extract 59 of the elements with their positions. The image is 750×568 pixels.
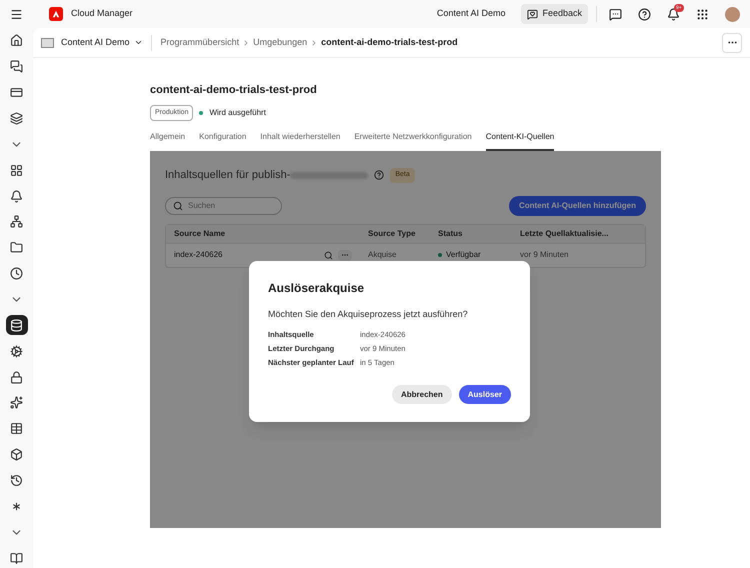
- tab[interactable]: Konfiguration: [199, 129, 246, 151]
- dialog-title: Auslöserakquise: [268, 280, 366, 297]
- history-icon: [10, 474, 23, 488]
- box-icon: [10, 448, 23, 462]
- program-thumbnail: [41, 38, 54, 48]
- confirm-button[interactable]: Auslöser: [458, 385, 511, 404]
- column-header: Status: [438, 228, 464, 240]
- sidebar-item[interactable]: [6, 315, 28, 336]
- feedback-button[interactable]: Feedback: [521, 4, 588, 24]
- app-name: Cloud Manager: [71, 7, 133, 20]
- tab[interactable]: Inhalt wiederherstellen: [260, 129, 340, 151]
- apps-icon[interactable]: [696, 8, 709, 20]
- program-selector[interactable]: Content AI Demo: [61, 34, 152, 50]
- avatar[interactable]: [725, 6, 740, 22]
- gear-icon: [10, 344, 23, 358]
- status-text: Wird ausgeführt: [209, 106, 266, 119]
- search-icon: [173, 200, 183, 210]
- lock-icon: [10, 370, 23, 384]
- panel-heading: Inhaltsquellen für publish-: [165, 168, 290, 183]
- environment-title: content-ai-demo-trials-test-prod: [150, 83, 318, 98]
- breadcrumb-item[interactable]: Umgebungen: [253, 36, 308, 50]
- row-menu-button[interactable]: [338, 250, 352, 260]
- network-icon: [10, 215, 23, 228]
- layers-icon: [10, 112, 23, 125]
- table-icon: [10, 422, 23, 436]
- book-icon: [10, 552, 23, 565]
- cancel-button[interactable]: Abbrechen: [392, 385, 452, 404]
- card-icon: [10, 86, 23, 100]
- database-icon: [10, 318, 23, 332]
- breadcrumb-item[interactable]: Programmübersicht: [160, 36, 240, 50]
- bell-icon: [10, 190, 23, 203]
- search-icon[interactable]: [324, 250, 333, 260]
- chat-icon[interactable]: [609, 8, 622, 20]
- column-header: Source Type: [368, 228, 416, 240]
- home-icon: [10, 34, 23, 48]
- column-header: Letzte Quellaktualisie...: [520, 228, 610, 240]
- table-cell-text: Akquise: [368, 249, 398, 261]
- bell-icon[interactable]: [667, 8, 680, 20]
- table-cell-text: index-240626: [174, 249, 224, 261]
- org-name: Content AI Demo: [436, 7, 506, 20]
- table-cell: Verfügbar: [446, 249, 481, 261]
- folder-icon: [10, 241, 23, 254]
- column-header: Source Name: [174, 228, 226, 240]
- app-logo: [49, 7, 63, 21]
- dialog-message: Möchten Sie den Akquiseprozess jetzt ausführen?: [268, 308, 469, 321]
- table-cell-text: vor 9 Minuten: [520, 249, 570, 261]
- tab[interactable]: Allgemein: [150, 129, 186, 151]
- add-sources-button[interactable]: Content AI-Quellen hinzufügen: [508, 196, 646, 216]
- search-field[interactable]: Suchen: [165, 196, 282, 214]
- sparkles-icon: [10, 396, 23, 410]
- help-icon[interactable]: [638, 8, 651, 20]
- chat-icon: [10, 60, 23, 74]
- tab[interactable]: Erweiterte Netzwerkkonfiguration: [354, 129, 472, 151]
- clock-icon: [10, 267, 23, 280]
- menu-icon[interactable]: [10, 8, 23, 20]
- breadcrumb-item: content-ai-demo-trials-test-prod: [321, 36, 458, 49]
- chevron-icon: [134, 38, 143, 47]
- grid-icon: [10, 164, 23, 177]
- feedback-icon: [527, 8, 538, 20]
